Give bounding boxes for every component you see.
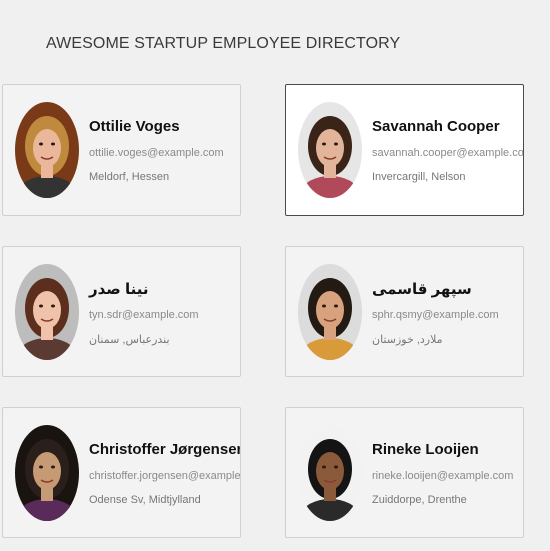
employee-card[interactable]: Rineke Looijen rineke.looijen@example.co… — [285, 407, 524, 538]
employee-name: Rineke Looijen — [372, 441, 479, 458]
employee-name: Christoffer Jørgensen — [89, 441, 241, 458]
employee-name: سپهر قاسمی — [372, 281, 472, 298]
employee-card[interactable]: نينا صدر tyn.sdr@example.com بندرعباس, س… — [2, 246, 241, 377]
employee-card[interactable]: Christoffer Jørgensen christoffer.jorgen… — [2, 407, 241, 538]
avatar — [298, 102, 362, 198]
employee-location: Zuiddorpe, Drenthe — [372, 494, 467, 506]
employee-location: ملارد, خوزستان — [372, 334, 443, 346]
employee-email: tyn.sdr@example.com — [89, 309, 199, 321]
avatar — [15, 425, 79, 521]
employee-card[interactable]: Savannah Cooper savannah.cooper@example.… — [285, 84, 524, 216]
employee-card[interactable]: سپهر قاسمی sphr.qsmy@example.com ملارد, … — [285, 246, 524, 377]
employee-location: بندرعباس, سمنان — [89, 334, 170, 346]
employee-card[interactable]: Ottilie Voges ottilie.voges@example.com … — [2, 84, 241, 216]
avatar — [15, 264, 79, 360]
avatar — [15, 102, 79, 198]
avatar — [298, 425, 362, 521]
employee-name: نينا صدر — [89, 281, 149, 298]
avatar — [298, 264, 362, 360]
employee-name: Ottilie Voges — [89, 118, 180, 135]
employee-email: ottilie.voges@example.com — [89, 147, 224, 159]
employee-email: christoffer.jorgensen@example.com — [89, 470, 241, 482]
employee-email: rineke.looijen@example.com — [372, 470, 514, 482]
employee-email: sphr.qsmy@example.com — [372, 309, 499, 321]
employee-location: Invercargill, Nelson — [372, 171, 466, 183]
employee-email: savannah.cooper@example.com — [372, 147, 524, 159]
employee-location: Meldorf, Hessen — [89, 171, 170, 183]
employee-location: Odense Sv, Midtjylland — [89, 494, 201, 506]
employee-name: Savannah Cooper — [372, 118, 500, 135]
page-title: AWESOME STARTUP EMPLOYEE DIRECTORY — [46, 35, 401, 52]
